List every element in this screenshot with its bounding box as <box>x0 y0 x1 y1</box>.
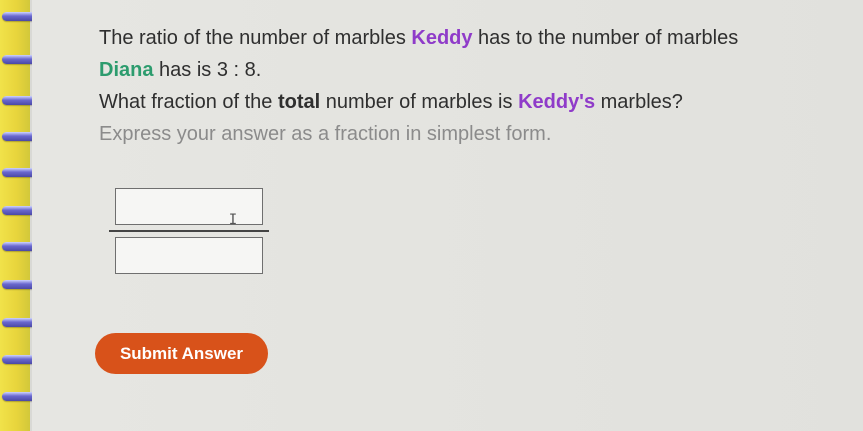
question-line-3: What fraction of the total number of mar… <box>99 91 683 113</box>
notebook-spiral <box>0 0 30 431</box>
total-emphasis: total <box>277 91 321 113</box>
submit-answer-button[interactable]: Submit Answer <box>95 333 268 374</box>
question-line-1: The ratio of the number of marbles Keddy… <box>99 27 739 49</box>
keddy-name: Keddy <box>411 27 473 49</box>
text-cursor-icon: I <box>228 212 238 228</box>
ratio-value: 3 : 8. <box>216 59 262 81</box>
denominator-input[interactable] <box>115 237 263 274</box>
keddy-possessive: Keddy's <box>518 91 596 113</box>
diana-name: Diana <box>99 59 154 81</box>
numerator-input[interactable] <box>115 188 263 225</box>
fraction-bar <box>109 230 269 232</box>
question-line-2: Diana has is 3 : 8. <box>99 59 262 81</box>
fraction-answer <box>109 185 269 283</box>
instruction-text: Express your answer as a fraction in sim… <box>99 123 552 145</box>
